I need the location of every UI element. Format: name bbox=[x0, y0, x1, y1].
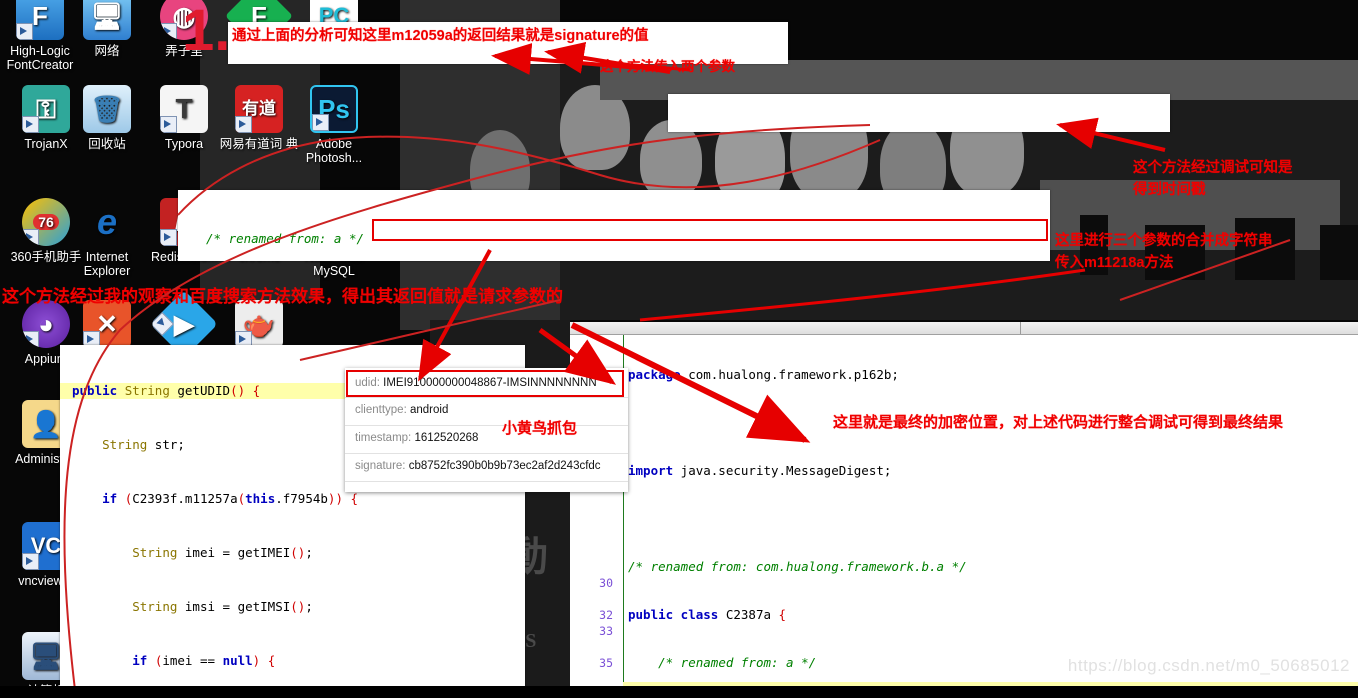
packet-key: signature: bbox=[355, 460, 406, 472]
packet-row-clienttype: clienttype: android bbox=[355, 404, 448, 416]
packet-value: 1612520268 bbox=[414, 432, 479, 444]
bg-tower-4 bbox=[1320, 225, 1358, 280]
packet-value: android bbox=[409, 404, 449, 416]
photoshop-icon: Ps bbox=[310, 85, 358, 133]
line-number: 33 bbox=[599, 624, 613, 638]
anno-observation: 这个方法经过我的观察和百度搜索方法效果，得出其返回值就是请求参数的 bbox=[2, 287, 563, 306]
icon-label: Internet Explorer bbox=[83, 250, 131, 278]
packet-divider bbox=[345, 397, 628, 398]
anno-two-params: 这个方法传入两个参数 bbox=[600, 59, 735, 74]
desktop-icon-network[interactable]: 🖥 网络 bbox=[63, 0, 151, 58]
icon-label: Adobe Photosh... bbox=[305, 137, 363, 165]
csdn-watermark: https://blog.csdn.net/m0_50685012 bbox=[1067, 656, 1350, 675]
editor-tab-strip[interactable] bbox=[570, 322, 1358, 335]
step-marker-one: 1. bbox=[182, 0, 231, 63]
tab-divider bbox=[1020, 322, 1021, 334]
youdao-icon: 有道 bbox=[235, 85, 283, 133]
icon-label: 网络 bbox=[94, 44, 120, 58]
recycle-bin-icon: 🗑 bbox=[83, 85, 131, 133]
anno-signature-result: 通过上面的分析可知这里m12059a的返回结果就是signature的值 bbox=[232, 28, 649, 44]
packet-key: clienttype: bbox=[355, 404, 407, 416]
packet-divider bbox=[345, 481, 628, 482]
xmind-icon: ✕ bbox=[83, 300, 131, 348]
packet-row-timestamp: timestamp: 1612520268 bbox=[355, 432, 478, 444]
desktop-icon-photoshop[interactable]: Ps Adobe Photosh... bbox=[290, 85, 378, 165]
anno-concat: 这里进行三个参数的合并成字符串 传入m11218a方法 bbox=[1055, 233, 1273, 271]
packet-row-signature: signature: cb8752fc390b0b9b73ec2af2d243c… bbox=[355, 460, 601, 472]
fontcreator-icon: F bbox=[16, 0, 64, 40]
icon-label: 回收站 bbox=[88, 137, 126, 151]
redbox-udid-row bbox=[346, 370, 624, 397]
line-number: 32 bbox=[599, 608, 613, 622]
packet-divider bbox=[345, 453, 628, 454]
packet-key: timestamp: bbox=[355, 432, 412, 444]
internet-explorer-icon: e bbox=[96, 201, 118, 242]
code-window-udid-valueof: String udid = MyApplication.getInstance(… bbox=[668, 94, 1170, 132]
code-editor-panel[interactable]: 30 32 33 35 39 package com.hualong.frame… bbox=[570, 322, 1358, 698]
network-icon: 🖥 bbox=[83, 0, 131, 40]
line-number: 30 bbox=[599, 576, 613, 590]
anno-final-encrypt: 这里就是最终的加密位置，对上述代码进行整合调试可得到最终结果 bbox=[833, 414, 1284, 431]
typora-icon: T bbox=[160, 85, 208, 133]
desktop-icon-recycle-bin[interactable]: 🗑 回收站 bbox=[63, 85, 151, 151]
editor-code-content[interactable]: package com.hualong.framework.p162b; imp… bbox=[628, 335, 1358, 698]
packet-divider bbox=[345, 425, 628, 426]
redbox-string-format bbox=[372, 219, 1048, 241]
teapot-icon: 🫖 bbox=[235, 300, 283, 348]
desktop-icon-internet-explorer[interactable]: e Internet Explorer bbox=[63, 198, 151, 279]
line-number: 35 bbox=[599, 656, 613, 670]
anno-packet-capture: 小黄鸟抓包 bbox=[502, 420, 578, 437]
anno-timestamp: 这个方法经过调试可知是 得到时间戳 bbox=[1133, 160, 1293, 198]
taskbar-strip[interactable] bbox=[0, 686, 1358, 698]
packet-value: cb8752fc390b0b9b73ec2af2d243cfdc bbox=[408, 460, 601, 472]
